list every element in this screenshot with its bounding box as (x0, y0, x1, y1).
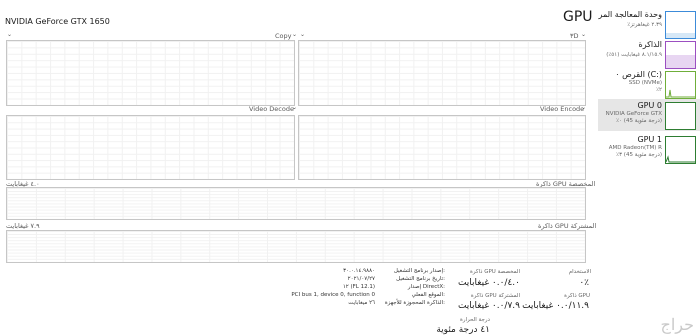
sidebar-item-subtitle-2: ٪٢ (656, 87, 662, 93)
gpu-memory-label: ذاكرة GPU (564, 293, 590, 299)
reserved-memory-label: الذاكرة المحجوزة للأجهزة: (384, 300, 445, 306)
driver-version-label: إصدار برنامج التشغيل: (393, 268, 445, 274)
engine-dropdown-chevron-icon[interactable]: ⌄ (581, 104, 586, 111)
gpu0-thumbnail-graph (665, 102, 696, 130)
sidebar-item-subtitle-2: ٪٠ (45 درجة مئوية) (616, 118, 662, 124)
page-title: GPU (563, 9, 593, 25)
engine-graph-3d (298, 40, 586, 106)
driver-version-value: ٣٠.٠.١٤.٩٨٨٠ (343, 268, 375, 274)
sidebar-item-subtitle: ٨.١/١٥.٩ غيغابايت (٥١٪) (606, 52, 662, 58)
dedicated-memory-graph (6, 187, 586, 220)
sidebar-item-title: GPU 0 (637, 101, 662, 110)
engine-dropdown-chevron-icon[interactable]: ⌄ (300, 31, 305, 38)
dedicated-memory-label: ذاكرة GPU المخصصة (469, 269, 520, 275)
sidebar-item-subtitle-2: ٪٣ (45 درجة مئوية) (616, 152, 662, 158)
cpu-thumbnail-graph (665, 11, 696, 39)
sidebar-item-subtitle: ٪٢.٣٩ غيغاهرتز (627, 22, 662, 28)
engine-dropdown-chevron-icon[interactable]: ⌄ (292, 31, 297, 38)
sidebar-item-title: GPU 1 (637, 135, 662, 144)
engine-label-copy: Copy (275, 32, 292, 40)
physical-location-value: PCI bus 1, device 0, function 0 (291, 292, 375, 298)
engine-dropdown-chevron-icon[interactable]: ⌄ (581, 31, 586, 38)
engine-graph-video-encode (298, 115, 586, 180)
sidebar-item-memory[interactable]: الذاكرة ٨.١/١٥.٩ غيغابايت (٥١٪) (598, 38, 700, 70)
engine-label-video-decode: Video Decode (249, 105, 294, 113)
shared-memory-label: ذاكرة GPU المشتركة (470, 293, 520, 299)
driver-date-label: تاريخ برنامج التشغيل: (396, 276, 445, 282)
engine-graph-copy (6, 40, 295, 106)
engine-graph-video-decode (6, 115, 295, 180)
reserved-memory-value: ٢٦ ميغابايت (348, 300, 375, 306)
engine-label-video-encode: Video Encode (540, 105, 585, 113)
sidebar-item-gpu1[interactable]: GPU 1 AMD Radeon(TM) R ٪٣ (45 درجة مئوية… (598, 133, 700, 165)
driver-date-value: ٢٠٢١/٠٧/٢٧ (347, 276, 375, 282)
sidebar-item-title: وحدة المعالجة المر (598, 10, 662, 19)
engine-dropdown-chevron-icon[interactable]: ⌄ (7, 31, 12, 38)
shared-memory-graph (6, 230, 586, 263)
gpu1-activity-spike-icon (665, 155, 695, 163)
directx-value: ١٢ (FL 12.1) (342, 284, 375, 290)
utilization-label: الاستخدام (568, 269, 591, 275)
sidebar-item-disk[interactable]: القرص ٠ (C:) SSD (NVMe) ٪٢ (598, 68, 700, 100)
sidebar-item-title: الذاكرة (638, 40, 663, 49)
directx-label: إصدار DirectX: (407, 284, 445, 290)
gpu-memory-value: ٠.٠/١١.٩ غيغابايت (522, 301, 589, 311)
shared-memory-graph-label: ذاكرة GPU المشتركة (538, 222, 597, 230)
physical-location-label: الموقع الفعلي: (411, 292, 445, 298)
shared-memory-max: ٧.٩ غيغابايت (6, 222, 40, 230)
sidebar-item-subtitle: SSD (NVMe) (628, 80, 662, 86)
memory-thumbnail-graph (665, 41, 696, 69)
shared-memory-value: ٠.٠/٧.٩ غيغابايت (457, 301, 520, 311)
engine-label-3d: ٣D (570, 32, 579, 40)
gpu1-thumbnail-graph (665, 136, 696, 164)
sidebar-item-cpu[interactable]: وحدة المعالجة المر ٪٢.٣٩ غيغاهرتز (598, 8, 700, 40)
engine-dropdown-chevron-icon[interactable]: ⌄ (292, 104, 297, 111)
temperature-label: درجة الحرارة (459, 317, 490, 323)
temperature-value: ٤١ درجة مئوية (436, 325, 490, 335)
watermark: حراج (660, 315, 695, 334)
dedicated-memory-value: ٠.٠/٤.٠ غيغابايت (457, 278, 520, 288)
gpu-model-name: NVIDIA GeForce GTX 1650 (5, 17, 110, 26)
sidebar-item-subtitle: AMD Radeon(TM) R (608, 145, 662, 151)
sidebar-item-title: القرص ٠ (C:) (615, 70, 662, 79)
sidebar-item-gpu0[interactable]: GPU 0 NVIDIA GeForce GTX ٪٠ (45 درجة مئو… (598, 99, 700, 131)
disk-activity-spike-icon (666, 89, 695, 98)
sidebar-item-subtitle: NVIDIA GeForce GTX (605, 111, 662, 117)
utilization-value: ٠٪ (579, 278, 589, 288)
disk-thumbnail-graph (665, 71, 696, 99)
